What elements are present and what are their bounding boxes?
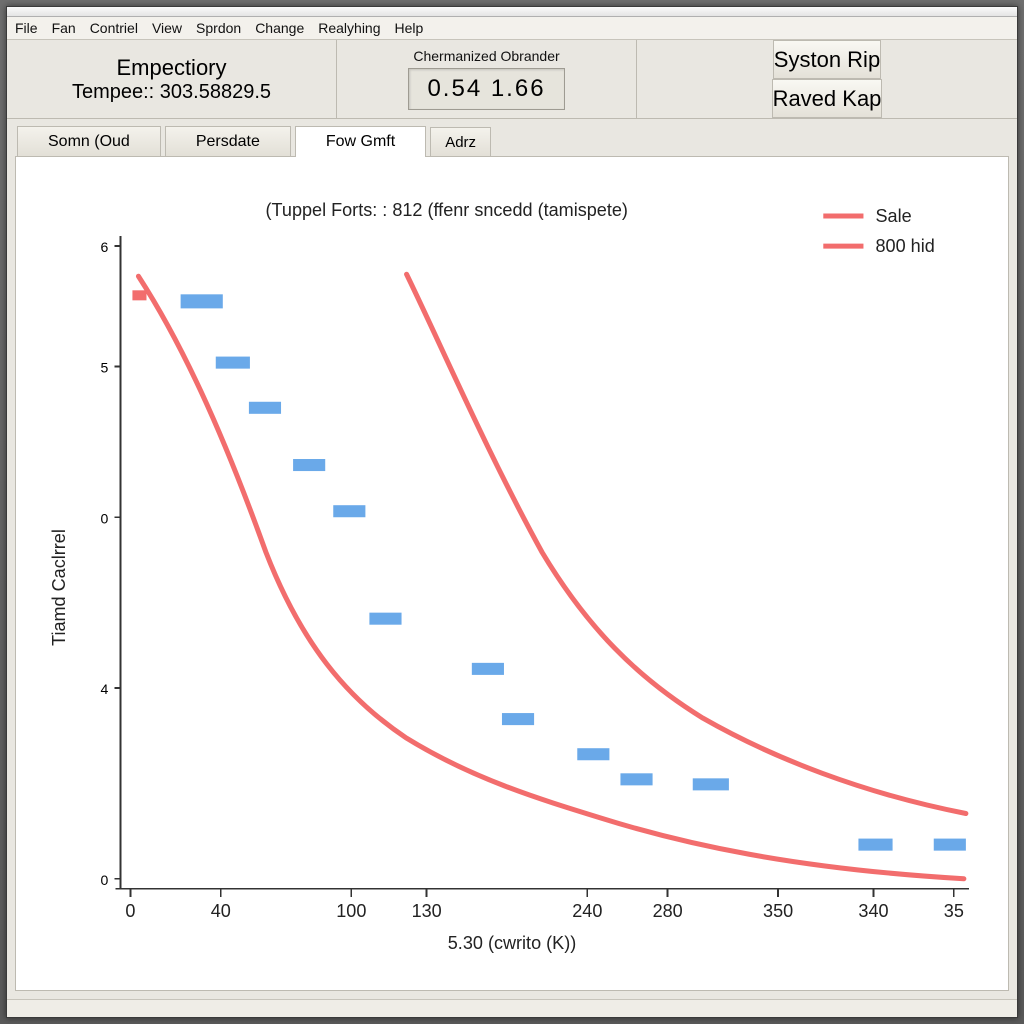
readout-group: Chermanized Obrander 0.54 1.66 (337, 40, 637, 118)
top-panel: Empectiory Tempee:: 303.58829.5 Chermani… (7, 40, 1017, 119)
raved-kap-button[interactable]: Raved Kap (772, 79, 883, 118)
action-buttons: Syston Rip Raved Kap (637, 40, 1017, 118)
info-value: Tempee:: 303.58829.5 (72, 81, 271, 104)
svg-text:0: 0 (101, 872, 109, 888)
series-800hid (407, 274, 966, 813)
x-axis: 0 40 100 130 240 280 350 340 35 (115, 889, 969, 921)
x-axis-label: 5.30 (cwrito (K)) (448, 933, 576, 953)
menu-realyhing[interactable]: Realyhing (318, 20, 380, 36)
readout-value: 0.54 1.66 (408, 68, 564, 110)
syston-rip-button[interactable]: Syston Rip (773, 40, 881, 79)
menu-help[interactable]: Help (395, 20, 424, 36)
y-axis: 6 5 0 4 0 (101, 236, 121, 889)
svg-text:100: 100 (336, 901, 366, 921)
menubar: File Fan Contriel View Sprdon Change Rea… (7, 17, 1017, 40)
info-title: Empectiory (116, 55, 226, 81)
series-sale (138, 276, 963, 879)
menu-sprdon[interactable]: Sprdon (196, 20, 241, 36)
legend: Sale 800 hid (823, 206, 934, 256)
menu-file[interactable]: File (15, 20, 38, 36)
svg-text:340: 340 (858, 901, 888, 921)
status-bar (7, 999, 1017, 1017)
svg-text:40: 40 (211, 901, 231, 921)
svg-text:35: 35 (944, 901, 964, 921)
svg-text:350: 350 (763, 901, 793, 921)
tab-persdate[interactable]: Persdate (165, 126, 291, 157)
titlebar (7, 7, 1017, 17)
chart-pane: (Tuppel Forts: : 812 (ffenr sncedd (tami… (15, 156, 1009, 991)
svg-text:4: 4 (101, 681, 109, 697)
tab-fow-gmft[interactable]: Fow Gmft (295, 126, 426, 157)
menu-view[interactable]: View (152, 20, 182, 36)
svg-text:240: 240 (572, 901, 602, 921)
menu-contriel[interactable]: Contriel (90, 20, 138, 36)
y-axis-label: Tiamd Caclrrel (49, 529, 69, 646)
chart-title: (Tuppel Forts: : 812 (ffenr sncedd (tami… (266, 200, 628, 220)
svg-text:280: 280 (653, 901, 683, 921)
chart-svg: (Tuppel Forts: : 812 (ffenr sncedd (tami… (30, 175, 994, 980)
svg-text:0: 0 (125, 901, 135, 921)
legend-label-2: 800 hid (876, 236, 935, 256)
menu-fan[interactable]: Fan (52, 20, 76, 36)
tabs-row: Somn (Oud Persdate Fow Gmft Adrz (7, 119, 1017, 156)
tab-adrz[interactable]: Adrz (430, 127, 491, 157)
svg-text:0: 0 (101, 510, 109, 526)
marker-red (132, 290, 146, 300)
series-blue-markers (181, 294, 966, 850)
svg-text:5: 5 (101, 360, 109, 376)
info-left: Empectiory Tempee:: 303.58829.5 (7, 40, 337, 118)
readout-group-title: Chermanized Obrander (413, 48, 559, 64)
svg-text:130: 130 (412, 901, 442, 921)
tab-somn[interactable]: Somn (Oud (17, 126, 161, 157)
svg-text:6: 6 (101, 239, 109, 255)
legend-label-1: Sale (876, 206, 912, 226)
menu-change[interactable]: Change (255, 20, 304, 36)
app-window: File Fan Contriel View Sprdon Change Rea… (6, 6, 1018, 1018)
